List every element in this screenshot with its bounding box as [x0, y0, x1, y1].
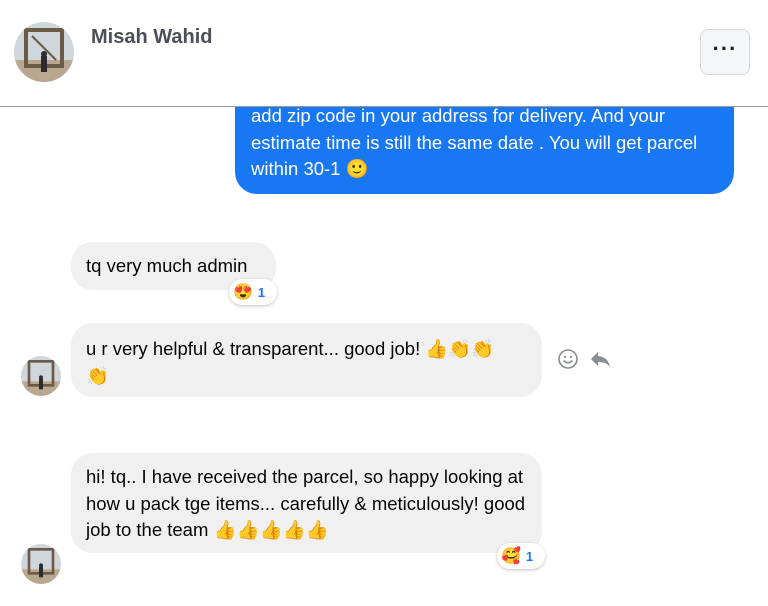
avatar[interactable] [14, 22, 74, 82]
message-text: tq very much admin [86, 255, 248, 276]
reaction-count: 1 [257, 284, 266, 300]
reaction-badge[interactable]: 🥰 1 [497, 543, 545, 569]
avatar-photo-icon [21, 356, 61, 396]
contact-name[interactable]: Misah Wahid [91, 26, 212, 49]
smiley-icon[interactable] [556, 347, 580, 371]
message-text: u r very helpful & transparent... good j… [86, 338, 495, 386]
heart-eyes-emoji-icon: 😍 [233, 284, 253, 301]
message-bubble-incoming[interactable]: u r very helpful & transparent... good j… [71, 323, 542, 397]
smiling-hearts-emoji-icon: 🥰 [501, 548, 521, 565]
avatar-photo-icon [21, 544, 61, 584]
message-text: add zip code in your address for deliver… [251, 105, 698, 179]
reaction-badge[interactable]: 😍 1 [229, 279, 277, 305]
message-actions [556, 347, 612, 371]
message-text: hi! tq.. I have received the parcel, so … [86, 466, 526, 540]
avatar-photo-icon [14, 22, 74, 82]
sender-avatar[interactable] [21, 356, 61, 396]
more-options-button[interactable]: ··· [700, 29, 750, 75]
sender-avatar[interactable] [21, 544, 61, 584]
reaction-count: 1 [525, 548, 534, 564]
message-bubble-incoming[interactable]: hi! tq.. I have received the parcel, so … [71, 453, 542, 553]
reply-icon[interactable] [588, 347, 612, 371]
conversation-header: Misah Wahid ··· [0, 0, 768, 107]
